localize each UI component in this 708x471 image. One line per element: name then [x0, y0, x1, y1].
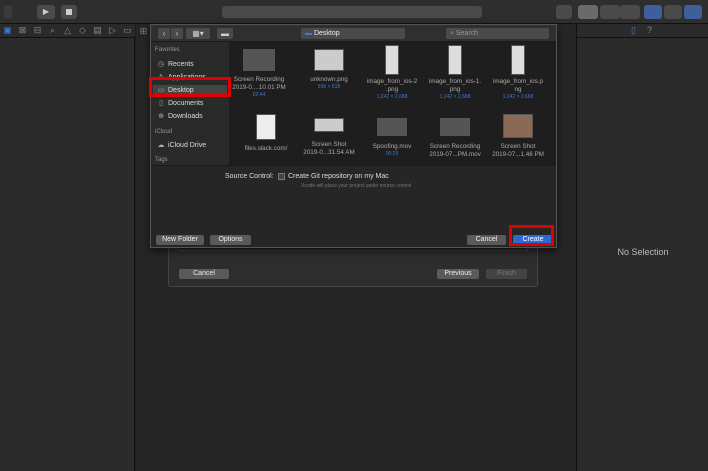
search-field[interactable]: ⌕ Search: [446, 28, 549, 39]
file-item[interactable]: Screen Recording 2019-0....10.01 PM 02:4…: [229, 49, 289, 98]
clock-icon: ◷: [157, 61, 165, 68]
tags-heading: Tags: [155, 157, 168, 163]
git-checkbox[interactable]: [278, 173, 285, 180]
back-button[interactable]: ‹: [158, 28, 170, 39]
navigator-selector-bar: ▣ ⊠ ⊟ ⌕ △ ◇ ▤ ▷ ▭: [0, 24, 135, 38]
download-icon: ⊕: [158, 113, 164, 120]
folder-icon: ▬: [221, 29, 229, 38]
highlight-desktop: [149, 77, 231, 97]
sidebar-item-icloud-drive[interactable]: ☁ iCloud Drive: [157, 140, 207, 150]
view-options-button[interactable]: ▦▾: [186, 28, 210, 39]
search-placeholder: Search: [455, 30, 479, 37]
file-browser: Screen Recording 2019-0....10.01 PM 02:4…: [229, 42, 556, 165]
safari-document-icon: [256, 114, 276, 140]
file-item[interactable]: Screen Shot 2019-0...31.54 AM: [299, 118, 359, 157]
finder-sidebar: Favorites ◷ Recents A Applications ▭ Deskto…: [151, 42, 229, 165]
options-button[interactable]: Options: [210, 235, 251, 245]
sidebar-item-documents[interactable]: ▯ Documents: [157, 98, 203, 108]
file-item[interactable]: Screen Shot 2019-07...1.46 PM: [488, 114, 548, 159]
find-icon[interactable]: ⌕: [48, 26, 57, 35]
new-folder-button[interactable]: New Folder: [156, 235, 204, 245]
wizard-finish-button[interactable]: Finish: [486, 269, 527, 279]
navigator-pane: [0, 38, 135, 471]
image-thumbnail: [448, 45, 462, 75]
library-button[interactable]: [556, 5, 572, 19]
location-popup[interactable]: ▬ Desktop: [301, 28, 405, 39]
no-selection-label: No Selection: [617, 247, 669, 257]
sidebar-item-downloads[interactable]: ⊕ Downloads: [157, 111, 203, 121]
document-icon: ▯: [159, 100, 163, 107]
file-item[interactable]: Spoofing.mov 00:29: [362, 118, 422, 157]
window-controls[interactable]: [4, 5, 12, 19]
file-item[interactable]: image_from_ios-2 .png 1,242 × 2,688: [362, 45, 422, 100]
cancel-button[interactable]: Cancel: [467, 235, 506, 245]
stop-button[interactable]: [61, 5, 77, 19]
new-folder-icon-button[interactable]: ▬: [217, 28, 233, 39]
forward-button[interactable]: ›: [171, 28, 183, 39]
source-control-label: Source Control:: [225, 173, 274, 180]
debug-icon[interactable]: ▤: [93, 26, 102, 35]
chevron-right-icon: ›: [175, 29, 179, 38]
image-thumbnail: [511, 45, 525, 75]
image-thumbnail: [385, 45, 399, 75]
file-item[interactable]: image_from_ios-1. png 1,242 × 2,688: [425, 45, 485, 100]
video-thumbnail: [440, 118, 470, 136]
activity-viewer: [222, 6, 482, 18]
file-item[interactable]: files.slack.com/: [236, 114, 296, 153]
favorites-heading: Favorites: [155, 47, 180, 53]
video-thumbnail: [243, 49, 275, 71]
play-icon: ▶: [42, 7, 50, 16]
icloud-heading: iCloud: [155, 129, 173, 135]
file-item[interactable]: Screen Recording 2019-07...PM.mov: [425, 118, 485, 159]
breakpoint-icon[interactable]: ▷: [108, 26, 117, 35]
file-item[interactable]: unknown.png 936 × 618: [299, 49, 359, 90]
inspector-pane: ▯ ? No Selection: [576, 24, 708, 471]
wizard-previous-button[interactable]: Previous: [437, 269, 479, 279]
editor-standard-button[interactable]: [578, 5, 598, 19]
file-item[interactable]: image_from_ios.p ng 1,242 × 2,688: [488, 45, 548, 100]
toggle-debug-button[interactable]: [664, 5, 682, 19]
image-thumbnail: [314, 49, 344, 71]
xcode-toolbar: ▶: [0, 0, 708, 24]
grid-icon[interactable]: ⊞: [139, 27, 148, 36]
sheet-toolbar: ‹ › ▦▾ ▬ ▬ Desktop ⌕ Search: [151, 25, 556, 42]
location-label: Desktop: [313, 30, 340, 37]
folder-icon: ▬: [305, 30, 314, 37]
video-thumbnail: [377, 118, 407, 136]
folder-icon[interactable]: ▣: [3, 26, 12, 35]
git-subtext: Xcode will place your project under sour…: [301, 183, 412, 189]
report-icon[interactable]: ▭: [123, 26, 132, 35]
save-options: Source Control: Create Git repository on…: [151, 165, 556, 247]
chevron-left-icon: ‹: [162, 29, 166, 38]
wizard-cancel-button[interactable]: Cancel: [179, 269, 229, 279]
help-icon[interactable]: ?: [645, 26, 654, 35]
toggle-inspector-button[interactable]: [684, 5, 702, 19]
grid-view-icon: ▦▾: [192, 29, 204, 38]
warning-icon[interactable]: △: [63, 26, 72, 35]
run-button[interactable]: ▶: [37, 5, 55, 19]
inspector-tabs: ▯ ?: [577, 24, 708, 38]
editor-assistant-button[interactable]: [600, 5, 620, 19]
highlight-create: [509, 225, 554, 246]
symbol-icon[interactable]: ⊟: [33, 26, 42, 35]
editor-version-button[interactable]: [620, 5, 640, 19]
image-thumbnail: [503, 114, 533, 138]
save-sheet: ‹ › ▦▾ ▬ ▬ Desktop ⌕ Search Favorites ◷ R…: [150, 24, 557, 248]
sidebar-item-recents[interactable]: ◷ Recents: [157, 59, 194, 69]
file-inspector-icon[interactable]: ▯: [629, 26, 638, 35]
stop-icon: [66, 9, 72, 15]
test-icon[interactable]: ◇: [78, 26, 87, 35]
source-control-icon[interactable]: ⊠: [18, 26, 27, 35]
toggle-navigator-button[interactable]: [644, 5, 662, 19]
git-checkbox-label: Create Git repository on my Mac: [288, 173, 389, 180]
cloud-icon: ☁: [157, 142, 165, 149]
image-thumbnail: [314, 118, 344, 132]
